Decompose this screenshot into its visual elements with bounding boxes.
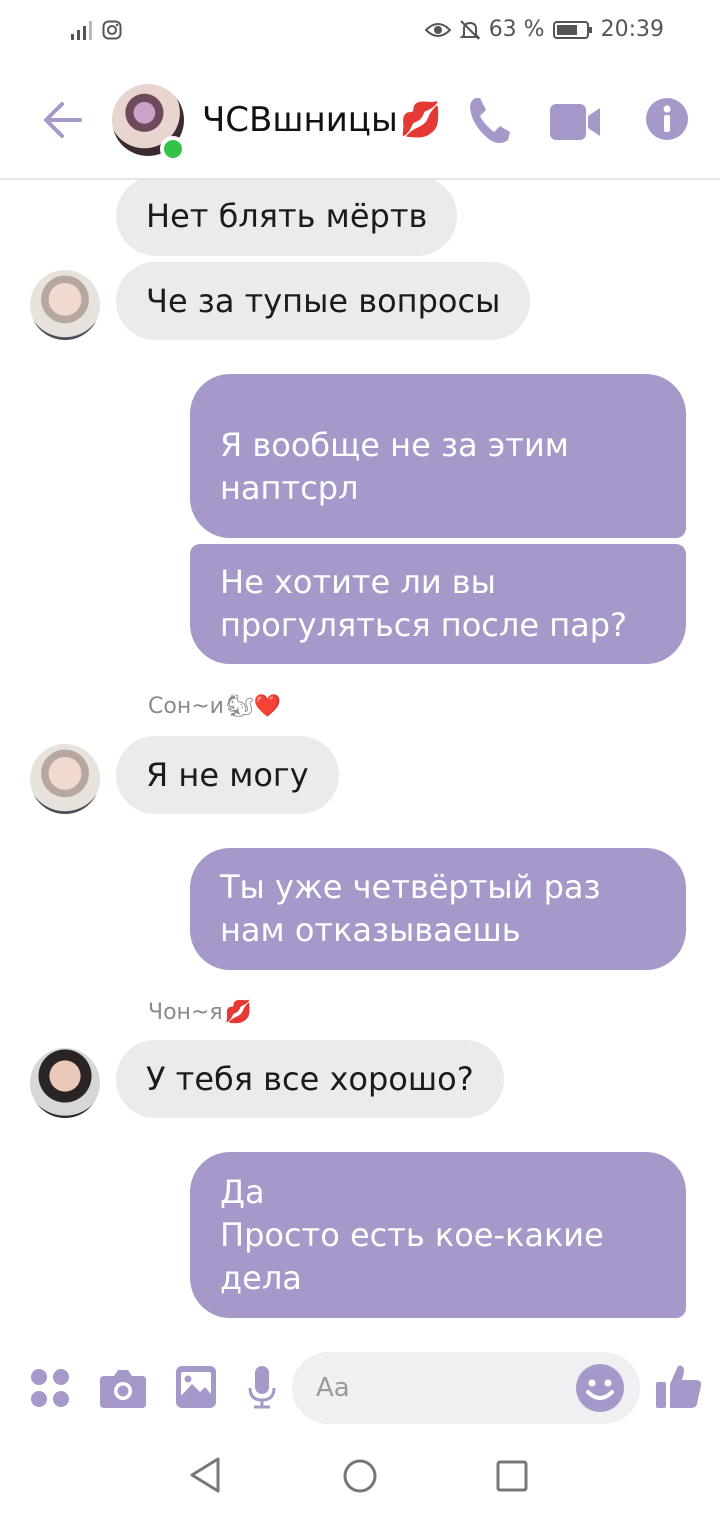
eye-icon	[424, 20, 451, 40]
sender-name-text: Сон~и	[148, 694, 224, 719]
thumbs-up-icon	[656, 1365, 702, 1408]
grid-dots-icon	[31, 1369, 69, 1407]
emoji-button[interactable]	[576, 1364, 624, 1416]
message-text: Че за тупые вопросы	[146, 281, 501, 320]
chat-title-text: ЧСВшницы	[202, 100, 398, 140]
message-composer: Aa	[0, 1340, 720, 1436]
message-text: У тебя все хорошо?	[146, 1059, 474, 1098]
sender-name: Чон~я 💋	[148, 1000, 252, 1025]
video-call-button[interactable]	[550, 104, 602, 144]
camera-icon	[100, 1370, 146, 1408]
status-bar: 63 % 20:39	[0, 0, 720, 62]
nav-recents-button[interactable]	[496, 1460, 528, 1496]
message-bubble[interactable]: Че за тупые вопросы	[116, 262, 531, 340]
smiley-icon	[576, 1364, 624, 1412]
chat-title[interactable]: ЧСВшницы 💋	[202, 100, 442, 140]
avatar[interactable]	[30, 744, 100, 814]
nav-back-button[interactable]	[188, 1456, 222, 1498]
triangle-back-icon	[190, 1457, 220, 1493]
apps-button[interactable]	[30, 1368, 70, 1412]
message-bubble[interactable]: Я вообще не за этим наптсрл	[190, 374, 686, 538]
signal-icon	[70, 20, 94, 40]
clock: 20:39	[600, 17, 664, 42]
system-nav-bar	[0, 1436, 720, 1520]
message-text: Ты уже четвёртый раз нам отказываешь	[220, 868, 601, 949]
message-bubble[interactable]: Да Просто есть кое-какие дела	[190, 1152, 686, 1318]
chat-header: ЧСВшницы 💋	[0, 62, 720, 180]
call-button[interactable]	[466, 94, 514, 150]
message-list[interactable]: Нет блять мёртв Че за тупые вопросы Я во…	[0, 180, 720, 1340]
message-bubble[interactable]: Я не могу	[116, 736, 339, 814]
nav-home-button[interactable]	[342, 1458, 378, 1498]
message-bubble[interactable]: Нет блять мёртв	[116, 180, 458, 256]
sender-emoji: 💋	[224, 1000, 252, 1025]
battery-icon	[552, 20, 593, 40]
circle-home-icon	[343, 1459, 377, 1493]
battery-percent: 63 %	[488, 17, 545, 42]
like-button[interactable]	[656, 1362, 702, 1414]
message-bubble[interactable]: Ты уже четвёртый раз нам отказываешь	[190, 848, 686, 970]
avatar[interactable]	[30, 1048, 100, 1118]
info-icon	[646, 98, 688, 140]
arrow-left-icon	[44, 102, 82, 138]
video-camera-icon	[550, 104, 600, 140]
square-recents-icon	[496, 1460, 528, 1492]
instagram-icon	[102, 20, 122, 40]
mute-bell-icon	[459, 19, 481, 41]
sender-emoji: 🐿❤️	[225, 694, 282, 719]
avatar[interactable]	[30, 270, 100, 340]
online-indicator	[160, 136, 186, 162]
sender-name: Сон~и 🐿❤️	[148, 694, 281, 719]
message-text: Да Просто есть кое-какие дела	[220, 1172, 604, 1297]
message-input-placeholder: Aa	[316, 1373, 350, 1403]
message-bubble[interactable]: У тебя все хорошо?	[116, 1040, 504, 1118]
gallery-button[interactable]	[176, 1366, 216, 1412]
camera-button[interactable]	[100, 1368, 146, 1412]
phone-icon	[470, 98, 510, 143]
message-text: Я не могу	[146, 755, 309, 794]
info-button[interactable]	[646, 98, 688, 144]
message-text: Не хотите ли вы прогуляться после пар?	[220, 563, 628, 644]
message-text: Нет блять мёртв	[146, 196, 428, 235]
kiss-emoji: 💋	[399, 100, 443, 140]
back-button[interactable]	[40, 100, 84, 144]
microphone-icon	[248, 1366, 276, 1409]
sender-name-text: Чон~я	[148, 1000, 223, 1025]
voice-message-button[interactable]	[248, 1366, 276, 1414]
image-icon	[176, 1366, 216, 1408]
message-bubble[interactable]: Не хотите ли вы прогуляться после пар?	[190, 544, 686, 664]
message-text: Я вообще не за этим наптсрл	[220, 426, 569, 507]
